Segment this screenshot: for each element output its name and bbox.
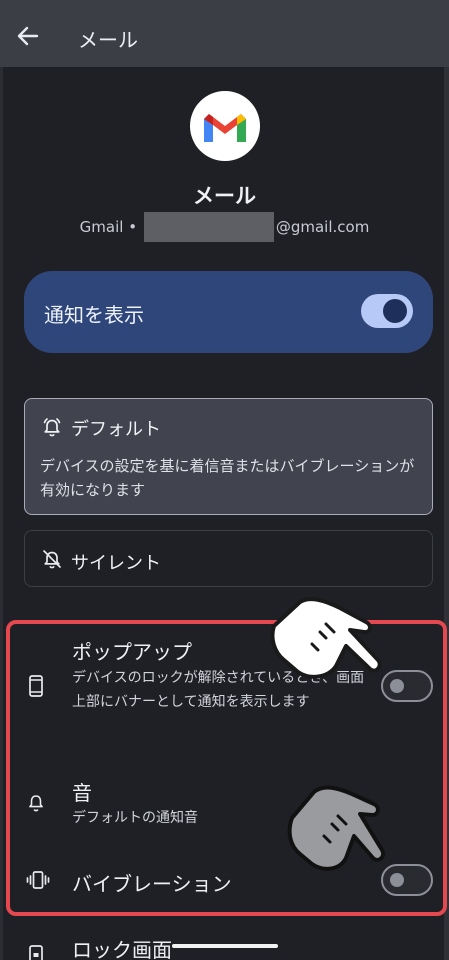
lock-phone-icon <box>29 945 43 960</box>
app-name: メール <box>193 184 256 208</box>
app-bar: メール <box>0 0 449 67</box>
back-button[interactable] <box>14 22 42 50</box>
toggle-knob <box>390 679 404 693</box>
lockscreen-title: ロック画面 <box>72 938 172 960</box>
option-silent-title: サイレント <box>71 553 161 574</box>
gesture-nav-bar[interactable] <box>172 944 278 948</box>
option-default-title: デフォルト <box>71 419 161 440</box>
bell-icon <box>29 795 43 812</box>
show-notifications-toggle[interactable] <box>361 294 413 328</box>
gmail-logo <box>190 91 260 161</box>
option-silent[interactable]: サイレント <box>24 530 433 587</box>
account-suffix: @gmail.com <box>275 218 370 236</box>
option-default-description: デバイスの設定を基に着信音またはバイブレーションが有効になります <box>40 457 415 499</box>
phone-icon <box>29 675 43 697</box>
toggle-knob <box>383 299 407 323</box>
arrow-left-icon <box>17 26 39 46</box>
gmail-icon <box>204 114 246 142</box>
option-default[interactable]: デフォルト デバイスの設定を基に着信音またはバイブレーションが有効になります <box>24 398 433 515</box>
page-title: メール <box>78 28 138 52</box>
account-prefix: Gmail • <box>79 218 138 236</box>
sound-title: 音 <box>72 781 92 805</box>
bell-alarm-icon <box>43 418 61 437</box>
toggle-knob <box>390 873 404 887</box>
vibrate-icon <box>26 871 50 889</box>
bell-off-icon <box>43 550 61 569</box>
redacted-address <box>143 212 274 242</box>
pointing-hand-icon <box>270 597 382 679</box>
show-notifications-label: 通知を表示 <box>44 303 144 327</box>
show-notifications-card[interactable]: 通知を表示 <box>24 271 433 353</box>
account-email: Gmail • @gmail.com <box>0 212 449 242</box>
pointing-hand-icon <box>287 785 385 871</box>
vibration-title: バイブレーション <box>72 872 232 896</box>
popup-title: ポップアップ <box>72 640 192 664</box>
